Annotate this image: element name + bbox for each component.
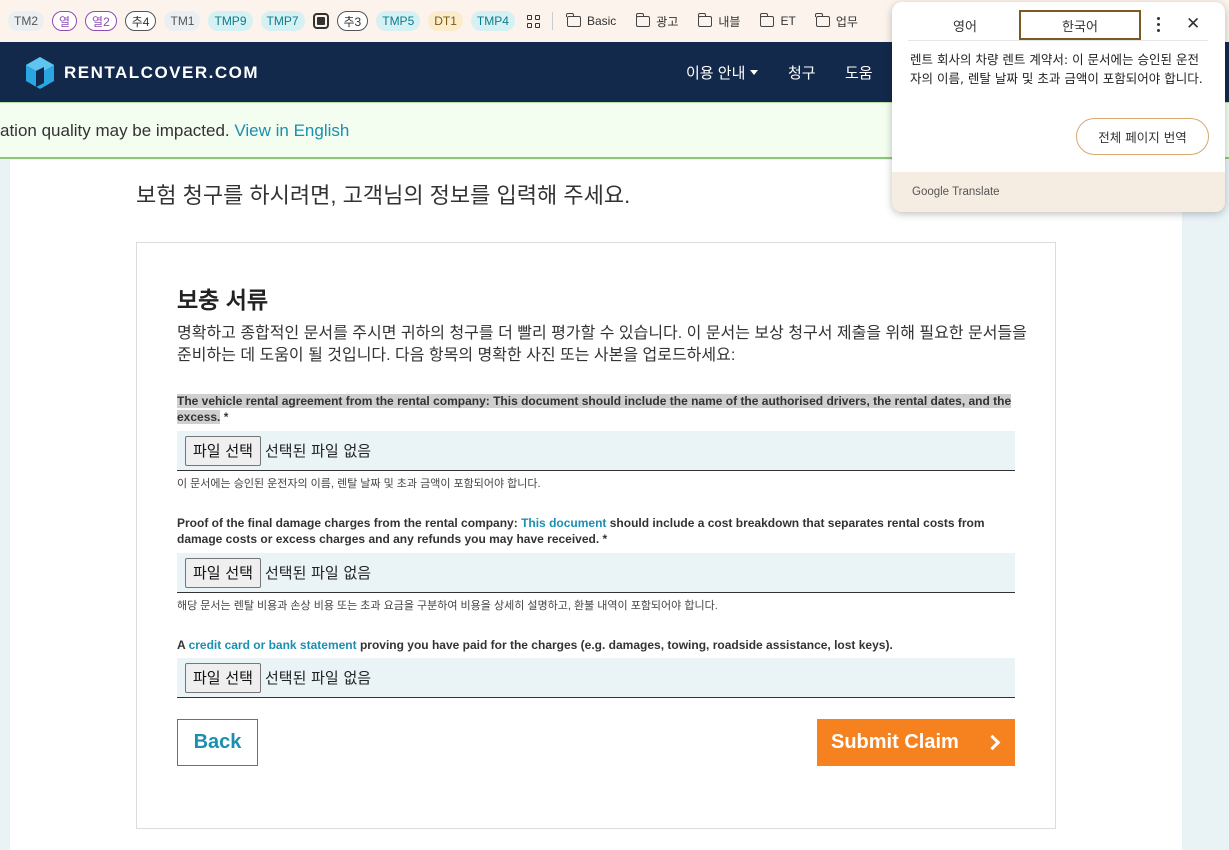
logo-text: RENTALCOVER.COM — [64, 63, 260, 82]
documents-card: 보충 서류 명확하고 종합적인 문서를 주시면 귀하의 청구를 더 빨리 평가할… — [136, 242, 1056, 829]
page-intro: 보험 청구를 하시려면, 고객님의 정보를 입력해 주세요. — [136, 183, 631, 208]
choose-file-button[interactable]: 파일 선택 — [185, 662, 261, 693]
doc-label-highlighted: The vehicle rental agreement from the re… — [177, 394, 1012, 424]
doc-label-text: proving you have paid for the charges (e… — [356, 638, 893, 652]
bookmark-tmp5[interactable]: TMP5 — [376, 11, 421, 31]
doc-label-rental-agreement: The vehicle rental agreement from the re… — [177, 393, 1017, 425]
folder-label: ET — [780, 14, 796, 28]
nav-help-label: 도움 — [845, 64, 873, 82]
file-input-payment-proof: 파일 선택 선택된 파일 없음 — [177, 658, 1015, 698]
more-options-icon[interactable] — [1156, 17, 1160, 32]
folder-icon — [697, 12, 713, 27]
bookmark-tmp7[interactable]: TMP7 — [260, 11, 305, 31]
bookmark-tm1[interactable]: TM1 — [164, 11, 201, 31]
bookmark-dt1[interactable]: DT1 — [428, 11, 463, 31]
folder-icon — [635, 12, 651, 27]
file-input-damage-charges: 파일 선택 선택된 파일 없음 — [177, 553, 1015, 593]
bookmark-tm2[interactable]: TM2 — [8, 11, 44, 31]
folder-label: 광고 — [656, 14, 679, 29]
choose-file-button[interactable]: 파일 선택 — [185, 557, 261, 588]
helper-text: 해당 문서는 렌탈 비용과 손상 비용 또는 초과 요금을 구분하여 비용을 상… — [177, 600, 718, 612]
section-title: 보충 서류 — [177, 287, 269, 313]
folder-label: 업무 — [835, 14, 858, 29]
folder-basic[interactable]: Basic — [561, 12, 622, 28]
bookmark-yeol[interactable]: 열 — [52, 11, 78, 31]
back-button[interactable]: Back — [177, 719, 258, 766]
bookmark-tmp4[interactable]: TMP4 — [470, 11, 515, 31]
apps-grid-icon[interactable] — [526, 14, 540, 28]
nav-claims[interactable]: 청구 — [788, 42, 816, 102]
close-icon[interactable]: ✕ — [1186, 14, 1200, 34]
doc-label-payment-proof: A credit card or bank statement proving … — [177, 637, 1017, 653]
translate-full-page-button[interactable]: 전체 페이지 번역 — [1076, 118, 1209, 155]
folder-ads[interactable]: 광고 — [630, 12, 684, 30]
submit-claim-label: Submit Claim — [831, 731, 959, 753]
view-in-english-link[interactable]: View in English — [234, 121, 349, 140]
folder-blog[interactable]: 내블 — [692, 12, 746, 30]
nav-claims-label: 청구 — [788, 64, 816, 82]
banner-text: ation quality may be impacted. View in E… — [0, 121, 349, 141]
bookmark-chu3[interactable]: 추3 — [336, 11, 369, 31]
tab-source-language[interactable]: 영어 — [910, 10, 1020, 40]
nav-guide[interactable]: 이용 안내 — [686, 42, 759, 102]
file-status: 선택된 파일 없음 — [264, 442, 372, 460]
rentalcover-logo-icon — [26, 57, 54, 89]
helper-text: 이 문서에는 승인된 운전자의 이름, 렌탈 날짜 및 초과 금액이 포함되어야… — [177, 478, 541, 490]
required-mark: * — [220, 410, 229, 424]
folder-et[interactable]: ET — [754, 12, 801, 28]
section-description: 명확하고 종합적인 문서를 주시면 귀하의 청구를 더 빨리 평가할 수 있습니… — [177, 325, 1027, 364]
doc-label-text: A — [177, 638, 189, 652]
google-translate-popup: 영어 한국어 ✕ 렌트 회사의 차량 렌트 계약서: 이 문서에는 승인된 운전… — [892, 2, 1225, 212]
translated-text: 렌트 회사의 차량 렌트 계약서: 이 문서에는 승인된 운전자의 이름, 렌탈… — [910, 52, 1203, 86]
choose-file-button[interactable]: 파일 선택 — [185, 435, 261, 466]
bookmark-chu4[interactable]: 추4 — [124, 11, 157, 31]
bookmarks-separator — [551, 12, 553, 30]
folder-work[interactable]: 업무 — [810, 12, 864, 30]
folder-icon — [566, 12, 581, 27]
google-translate-footer: Google Translate — [892, 172, 1225, 212]
tab-target-language[interactable]: 한국어 — [1019, 10, 1141, 40]
nav-guide-label: 이용 안내 — [686, 64, 746, 82]
nav-help[interactable]: 도움 — [845, 42, 873, 102]
folder-icon — [759, 12, 775, 27]
banner-message: ation quality may be impacted. — [0, 121, 230, 140]
file-status: 선택된 파일 없음 — [264, 564, 372, 582]
page-content: 보험 청구를 하시려면, 고객님의 정보를 입력해 주세요. 보충 서류 명확하… — [10, 160, 1182, 850]
caret-down-icon — [750, 69, 759, 75]
folder-icon — [815, 12, 830, 27]
doc-label-text: Proof of the final damage charges from t… — [177, 516, 522, 530]
folder-label: Basic — [586, 14, 617, 28]
popup-divider — [908, 40, 1208, 41]
site-logo[interactable]: RENTALCOVER.COM — [26, 57, 259, 89]
stop-square-icon[interactable] — [312, 13, 329, 29]
statement-link[interactable]: credit card or bank statement — [189, 638, 357, 652]
submit-claim-button[interactable]: Submit Claim — [817, 719, 1015, 766]
file-input-rental-agreement: 파일 선택 선택된 파일 없음 — [177, 431, 1015, 471]
bookmark-yeol2[interactable]: 열2 — [85, 11, 117, 31]
doc-label-damage-charges: Proof of the final damage charges from t… — [177, 515, 1017, 547]
folder-label: 내블 — [718, 14, 741, 29]
this-document-link[interactable]: This document — [521, 516, 606, 530]
file-status: 선택된 파일 없음 — [264, 669, 372, 687]
bookmark-tmp9[interactable]: TMP9 — [208, 11, 253, 31]
chevron-right-icon — [984, 734, 1001, 751]
